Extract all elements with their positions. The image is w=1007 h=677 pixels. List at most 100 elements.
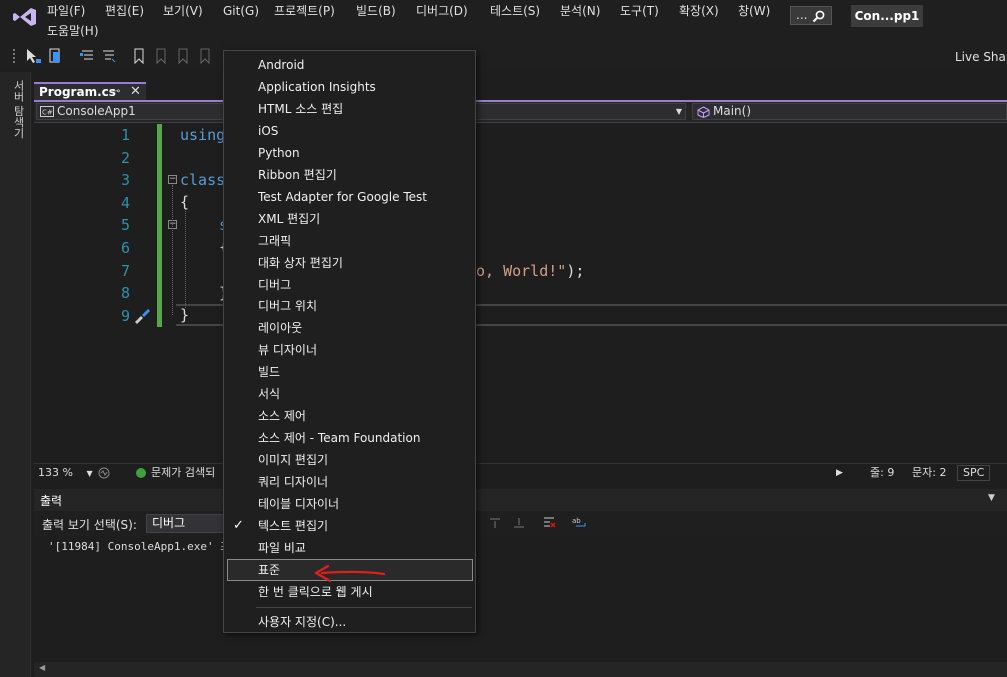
line-number: 6 [120, 239, 130, 257]
menu-item[interactable]: 소스 제어 [224, 405, 475, 427]
customize-menu-item[interactable]: 사용자 지정(C)... [224, 611, 475, 633]
next-bookmark-icon[interactable] [174, 47, 192, 65]
string-literal: o, World!" [476, 262, 567, 280]
svg-text:C#: C# [42, 109, 53, 117]
align-bottom-icon[interactable] [512, 516, 526, 530]
word-wrap-icon[interactable]: ab [572, 516, 588, 530]
menu-item[interactable]: 이미지 편집기 [224, 449, 475, 471]
menu-item-label: 디버그 [258, 277, 292, 292]
menu-item[interactable]: 디버그 위치 [224, 295, 475, 317]
menu-item-label: 파일 비교 [258, 540, 306, 555]
tab-program-cs[interactable]: Program.cs ⊸ ✕ [34, 82, 146, 100]
menu-item[interactable]: XML 편집기 [224, 208, 475, 230]
no-issues-check-icon [136, 468, 146, 478]
statement-end: ); [566, 262, 585, 280]
menu-item-label: 대화 상자 편집기 [258, 255, 343, 270]
menu-window[interactable]: 창(W) [738, 3, 770, 19]
menu-item-label: 그래픽 [258, 233, 292, 248]
code-line-4: { [180, 193, 190, 211]
search-box[interactable]: ... [790, 6, 832, 25]
menu-test[interactable]: 테스트(S) [490, 3, 540, 19]
scroll-left-icon[interactable]: ◀ [39, 663, 45, 672]
left-tool-rail: 서버 탐색기 [0, 72, 31, 677]
menu-git[interactable]: Git(G) [223, 3, 259, 19]
menu-item-label: 표준 [258, 562, 281, 577]
bookmark-icon[interactable] [130, 47, 148, 65]
server-explorer-tab[interactable]: 서버 탐색기 [10, 80, 26, 139]
menu-item[interactable]: 소스 제어 - Team Foundation [224, 427, 475, 449]
menu-item[interactable]: 디버그 [224, 274, 475, 296]
tab-label: Program.cs [39, 85, 116, 99]
issues-status[interactable]: 문제가 검색되 [151, 465, 215, 481]
output-panel-header [34, 489, 1007, 511]
select-pointer-icon[interactable] [24, 47, 42, 65]
navigation-bar: C# ConsoleApp1 ▼ Main() [34, 102, 1007, 123]
menu-analyze[interactable]: 분석(N) [560, 3, 600, 19]
output-source-select[interactable]: 디버그 [146, 514, 228, 533]
menu-item[interactable]: Ribbon 편집기 [224, 164, 475, 186]
menu-item[interactable]: 서식 [224, 383, 475, 405]
menu-item[interactable]: 테이블 디자이너 [224, 493, 475, 515]
clear-bookmarks-icon[interactable] [196, 47, 214, 65]
menu-debug[interactable]: 디버그(D) [416, 3, 468, 19]
whitespace-status[interactable]: SPC [957, 465, 991, 481]
menu-bar: 파일(F) 편집(E) 보기(V) Git(G) 프로젝트(P) 빌드(B) 디… [0, 0, 1007, 44]
clear-all-icon[interactable] [542, 516, 556, 530]
menu-item[interactable]: 대화 상자 편집기 [224, 252, 475, 274]
project-title-badge[interactable]: Con...pp1 [851, 5, 923, 27]
menu-item-label: 서식 [258, 387, 281, 402]
live-share-button[interactable]: Live Share [955, 48, 1007, 66]
menu-item[interactable]: 레이아웃 [224, 317, 475, 339]
menu-item[interactable]: Test Adapter for Google Test [224, 186, 475, 208]
menu-item[interactable]: HTML 소스 편집 [224, 98, 475, 120]
line-number: 3 [120, 171, 130, 190]
quick-actions-brush-icon[interactable] [132, 306, 152, 324]
fold-toggle-class[interactable]: − [168, 175, 177, 184]
menu-item-label: 텍스트 편집기 [258, 518, 329, 533]
line-number: 8 [120, 284, 130, 303]
annotation-arrow-icon [314, 564, 386, 583]
check-icon: ✓ [233, 517, 244, 533]
pin-icon[interactable]: ⊸ [112, 86, 120, 97]
menu-build[interactable]: 빌드(B) [356, 3, 396, 19]
menu-item[interactable]: Python [224, 142, 475, 164]
panel-options-icon[interactable]: ▼ [988, 493, 995, 503]
menu-item[interactable]: Android [224, 54, 475, 76]
line-number: 1 [120, 126, 130, 144]
menu-item[interactable]: ✓ 텍스트 편집기 [224, 515, 475, 537]
horizontal-scrollbar[interactable]: ◀ [34, 662, 1007, 677]
menu-item[interactable]: iOS [224, 120, 475, 142]
menu-tools[interactable]: 도구(T) [620, 3, 659, 19]
code-line-1: using [180, 126, 226, 144]
solution-explorer-icon[interactable] [46, 47, 64, 65]
health-icon[interactable] [97, 466, 111, 480]
comment-lines-icon[interactable] [78, 47, 96, 65]
menu-item[interactable]: 쿼리 디자이너 [224, 471, 475, 493]
visual-studio-logo-icon[interactable] [12, 6, 38, 28]
close-icon[interactable]: ✕ [130, 84, 141, 100]
align-top-icon[interactable] [488, 516, 502, 530]
output-text: '[11984] ConsoleApp1.exe' 프로 [48, 540, 241, 553]
line-number: 5 [120, 216, 130, 235]
svg-text:ab: ab [572, 517, 581, 525]
menu-file[interactable]: 파일(F) [47, 3, 85, 19]
menu-item-label: Python [258, 145, 300, 160]
zoom-level-dropdown[interactable]: 133 % ▼ [38, 465, 94, 481]
menu-item-label: 이미지 편집기 [258, 453, 329, 468]
prev-bookmark-icon[interactable] [152, 47, 170, 65]
menu-item[interactable]: 뷰 디자이너 [224, 339, 475, 361]
menu-item[interactable]: 빌드 [224, 361, 475, 383]
menu-view[interactable]: 보기(V) [163, 3, 203, 19]
member-dropdown[interactable]: Main() [692, 103, 1007, 120]
uncomment-lines-icon[interactable] [99, 47, 117, 65]
menu-extensions[interactable]: 확장(X) [679, 3, 719, 19]
menu-item[interactable]: 파일 비교 [224, 537, 475, 559]
scroll-right-icon[interactable]: ▶ [836, 465, 843, 481]
code-line-9: } [180, 306, 190, 324]
menu-item[interactable]: Application Insights [224, 76, 475, 98]
menu-item[interactable]: 그래픽 [224, 230, 475, 252]
menu-item-label: Android [258, 58, 305, 72]
menu-project[interactable]: 프로젝트(P) [274, 3, 335, 19]
menu-edit[interactable]: 편집(E) [105, 3, 144, 19]
menu-help[interactable]: 도움말(H) [47, 23, 99, 39]
